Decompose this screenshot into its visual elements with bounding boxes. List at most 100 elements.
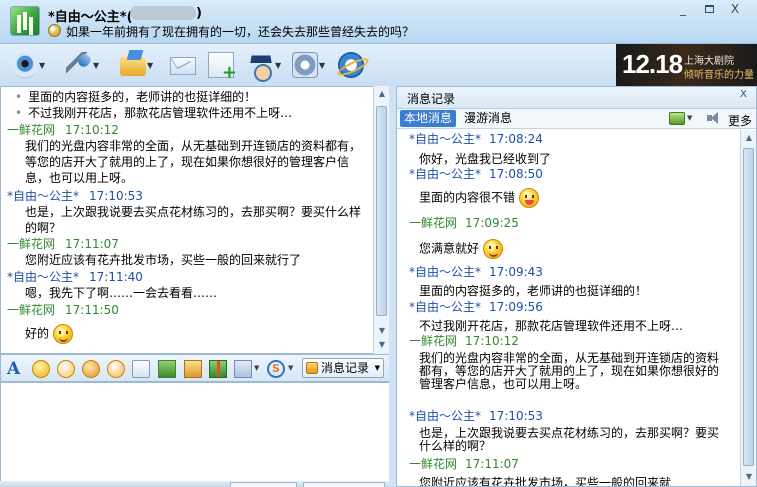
history-message: 一鲜花网 17:09:25 您满意就好: [409, 214, 737, 259]
voice-chat-icon: [66, 52, 92, 78]
message-time: 17:08:24: [489, 132, 543, 146]
chat-message-area[interactable]: 里面的内容挺多的，老师讲的也挺详细的！ 不过我刚开花店，那款花店管理软件还用不上…: [0, 86, 389, 354]
sender-name: *自由～公主*: [409, 409, 482, 423]
history-title: 消息记录: [407, 92, 456, 106]
browser-button[interactable]: [338, 52, 372, 80]
message-text: 也是，上次跟我说要去买点花材练习的，去那买啊？要买什么样的啊？: [25, 205, 362, 235]
search-icon[interactable]: S: [267, 360, 285, 378]
message-header: 一鲜花网 17:10:12: [409, 332, 737, 349]
scrollbar-thumb[interactable]: [376, 106, 387, 316]
send-file-button[interactable]: ▼: [120, 52, 154, 80]
avatar[interactable]: [10, 6, 40, 36]
emoticon-icon[interactable]: [32, 360, 50, 378]
message-text: 我们的光盘内容非常的全面，从无基础到开连锁店的资料都有，等您的店开大了就用的上了…: [419, 351, 720, 391]
sender-name: *自由～公主*: [7, 189, 80, 203]
history-icon: [306, 362, 318, 374]
message-header: *自由～公主* 17:08:24: [409, 130, 737, 147]
sender-name: 一鲜花网: [409, 334, 458, 348]
sender-name: 一鲜花网: [409, 216, 458, 230]
chat-message: 一鲜花网 17:10:12 我们的光盘内容非常的全面，从无基础到开连锁店的资料都有…: [7, 121, 372, 186]
chevron-down-icon[interactable]: ▼: [39, 61, 45, 70]
speaker-icon[interactable]: [706, 111, 720, 125]
tongue-emoji-icon: [519, 188, 540, 208]
send-image-icon[interactable]: [158, 360, 176, 378]
message-time: 17:08:50: [489, 167, 543, 181]
voice-chat-button[interactable]: ▼: [66, 52, 100, 80]
magic-emoticon-icon[interactable]: [57, 360, 75, 378]
history-close-button[interactable]: X: [740, 89, 747, 100]
ad-line-1: 上海大剧院: [684, 56, 734, 67]
bullet-text: 不过我刚开花店，那款花店管理软件还用不上呀…: [7, 104, 372, 121]
export-icon[interactable]: [669, 112, 685, 125]
chevron-down-icon[interactable]: ▼: [687, 114, 692, 122]
title-bar: *自由～公主*( ) 如果一年前拥有了现在拥有的一切，还会失去那些曾经失去的吗？…: [0, 0, 757, 44]
chat-bullet-line: 里面的内容挺多的，老师讲的也挺详细的！: [7, 88, 372, 105]
send-email-button[interactable]: [170, 52, 204, 80]
maximize-button[interactable]: [698, 2, 720, 18]
message-time: 17:09:56: [489, 300, 543, 314]
message-time: 17:09:25: [465, 216, 519, 230]
more-button[interactable]: 更多: [728, 112, 752, 129]
message-text: 好的: [25, 326, 50, 341]
message-history-button[interactable]: 消息记录 ▼: [302, 358, 384, 378]
chevron-down-icon[interactable]: ▼: [375, 359, 380, 377]
gift-icon[interactable]: [209, 360, 227, 378]
scroll-up-icon[interactable]: ▲: [742, 131, 756, 145]
user-info-button[interactable]: ▼: [248, 52, 282, 82]
chevron-down-icon[interactable]: ▼: [254, 364, 259, 372]
font-button[interactable]: A: [7, 360, 25, 378]
chat-message: *自由～公主* 17:10:53 也是，上次跟我说要去买点花材练习的，去那买啊？要…: [7, 187, 372, 236]
scroll-up-icon[interactable]: ▲: [375, 87, 389, 101]
message-text: 您满意就好: [419, 241, 480, 256]
shake-window-icon[interactable]: [107, 360, 125, 378]
scroll-down-icon[interactable]: ▼: [742, 470, 756, 484]
input-toolbar: A ▼ S ▼ 消息记录 ▼: [0, 354, 389, 382]
chevron-down-icon[interactable]: ▼: [147, 61, 153, 70]
history-message: *自由～公主* 17:09:56 不过我刚开花店，那款花店管理软件还用不上呀…: [409, 298, 737, 334]
video-chat-button[interactable]: ▼: [12, 52, 46, 80]
chat-message: 一鲜花网 17:11:07 您附近应该有花卉批发市场，买些一般的回来就行了: [7, 235, 372, 268]
history-panel: 消息记录 X 本地消息 漫游消息 ▼ 更多 *自由～公主* 17:08:24 你好…: [396, 86, 757, 487]
scrollbar-thumb[interactable]: [743, 148, 754, 466]
message-header: *自由～公主* 17:08:50: [409, 165, 737, 182]
main-toolbar: ▼ ▼ ▼ ▼ ▼: [0, 44, 616, 86]
scroll-down-icon[interactable]: ▼: [375, 324, 389, 338]
message-header: 一鲜花网 17:11:07: [7, 235, 372, 252]
video-chat-icon: [12, 52, 38, 78]
send-file-icon: [120, 56, 146, 76]
signature-icon: [48, 24, 61, 37]
sender-name: *自由～公主*: [409, 265, 482, 279]
send-button-row: [0, 481, 389, 487]
apps-icon: [208, 52, 237, 83]
history-message: 一鲜花网 17:10:12 我们的光盘内容非常的全面，从无基础到开连锁店的资料都有…: [409, 332, 737, 391]
message-input[interactable]: [0, 382, 389, 487]
screenshot-icon[interactable]: [234, 360, 252, 378]
maximize-icon: [704, 5, 714, 13]
chevron-down-icon[interactable]: ▼: [288, 364, 293, 372]
ad-banner[interactable]: 12.18 上海大剧院 倾听音乐的力量: [616, 44, 757, 86]
chevron-down-icon[interactable]: ▼: [319, 61, 325, 70]
message-time: 17:11:40: [89, 270, 143, 284]
buddy-signature: 如果一年前拥有了现在拥有的一切，还会失去那些曾经失去的吗？: [66, 25, 415, 39]
cartoon-emoticon-icon[interactable]: [82, 360, 100, 378]
sender-name: *自由～公主*: [409, 167, 482, 181]
scroll-down-icon[interactable]: ▼: [375, 338, 389, 352]
settings-icon: [292, 52, 318, 78]
minimize-button[interactable]: _: [672, 2, 694, 18]
chevron-down-icon[interactable]: ▼: [275, 61, 281, 70]
message-time: 17:10:12: [65, 123, 119, 137]
tab-local-messages[interactable]: 本地消息: [400, 110, 457, 127]
chevron-down-icon[interactable]: ▼: [93, 61, 99, 70]
history-message-list[interactable]: *自由～公主* 17:08:24 你好，光盘我已经收到了 *自由～公主* 17:08…: [397, 130, 740, 486]
apps-button[interactable]: [208, 52, 242, 83]
chat-scrollbar[interactable]: ▲ ▼ ▼: [373, 86, 389, 354]
settings-button[interactable]: ▼: [292, 52, 326, 80]
tab-roaming-messages[interactable]: 漫游消息: [460, 110, 516, 127]
history-scrollbar[interactable]: ▲ ▼: [740, 130, 756, 486]
message-header: *自由～公主* 17:09:56: [409, 298, 737, 315]
scribble-icon[interactable]: [132, 360, 150, 378]
music-icon[interactable]: [184, 360, 202, 378]
browser-icon: [338, 52, 364, 78]
message-header: 一鲜花网 17:09:25: [409, 214, 737, 231]
close-button[interactable]: X: [724, 2, 746, 18]
